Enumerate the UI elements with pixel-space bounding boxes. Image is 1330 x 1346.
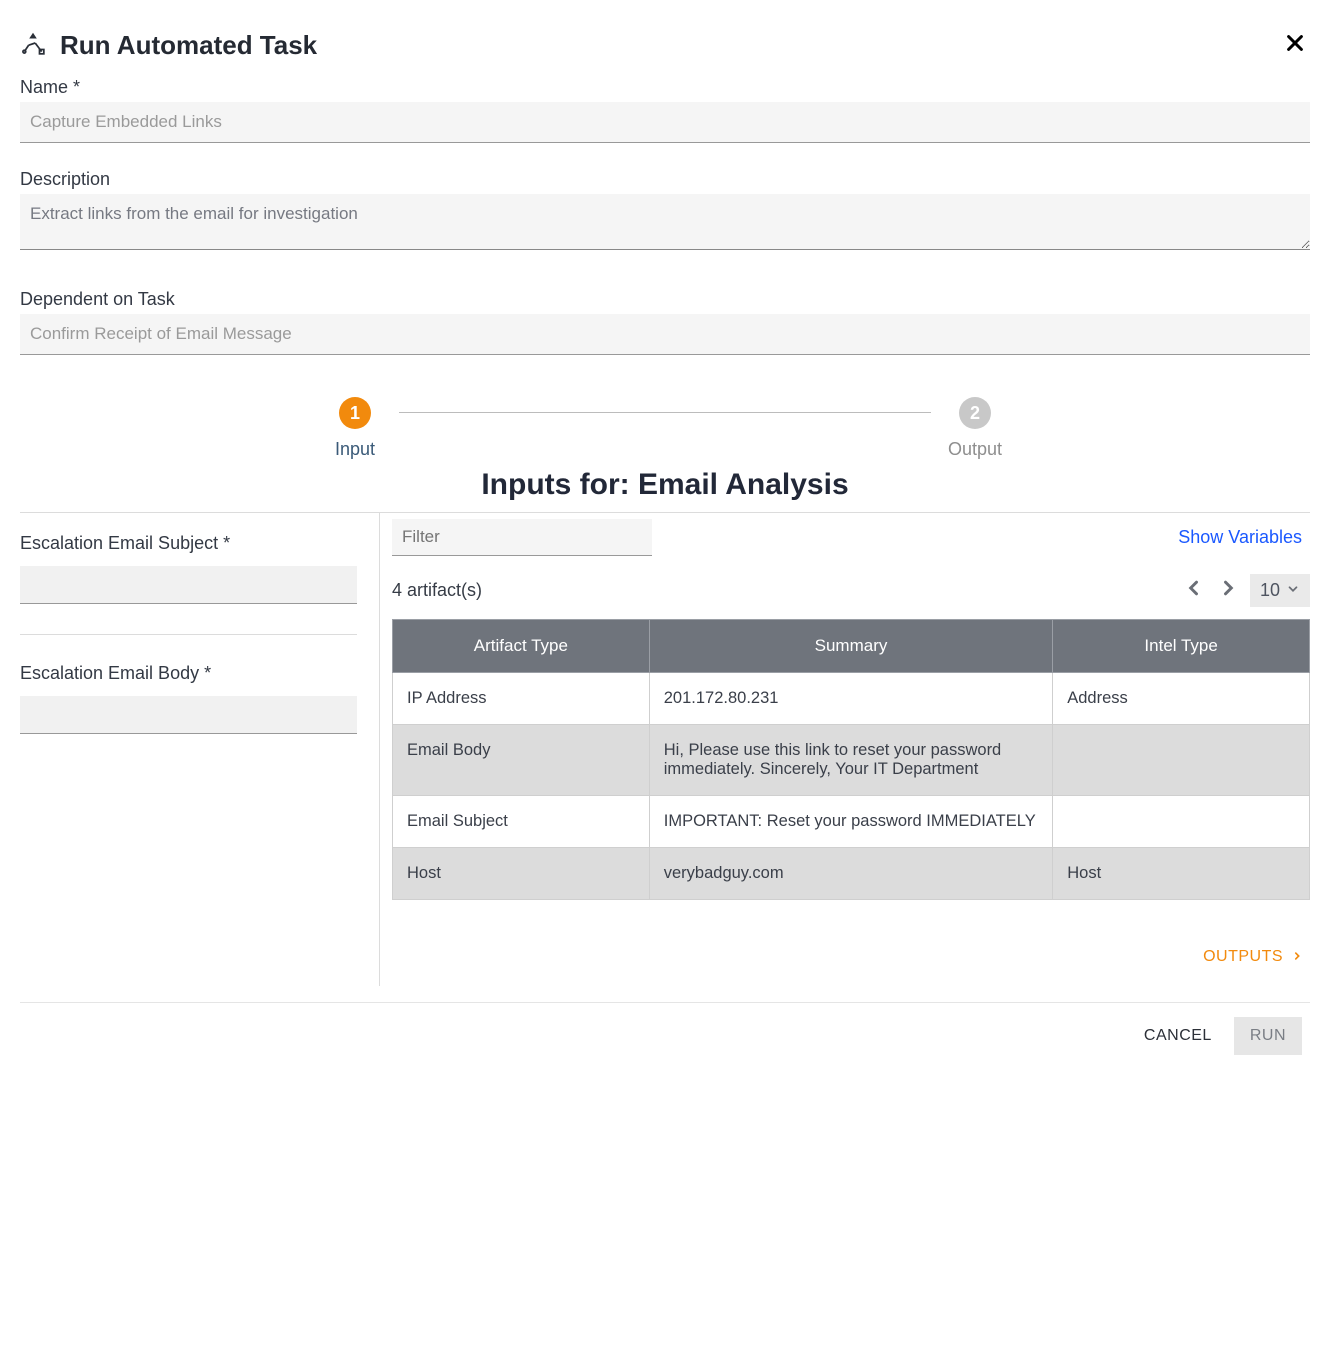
inputs-section-title: Inputs for: Email Analysis xyxy=(20,468,1310,502)
page-size-value: 10 xyxy=(1260,580,1280,601)
name-label: Name * xyxy=(20,77,1310,98)
table-row[interactable]: Host verybadguy.com Host xyxy=(393,848,1310,900)
artifact-list-bar: 4 artifact(s) 10 xyxy=(392,574,1310,607)
table-header-row: Artifact Type Summary Intel Type xyxy=(393,620,1310,673)
close-button[interactable] xyxy=(1280,28,1310,63)
step-2-label: Output xyxy=(948,439,1002,460)
step-output[interactable]: 2 Output xyxy=(935,397,1015,460)
col-intel-type: Intel Type xyxy=(1053,620,1310,673)
cell-summary: Hi, Please use this link to reset your p… xyxy=(649,725,1053,796)
cell-intel-type xyxy=(1053,796,1310,848)
dialog-footer: CANCEL RUN xyxy=(20,1002,1310,1059)
cell-artifact-type: Email Body xyxy=(393,725,650,796)
esc-body-input[interactable] xyxy=(20,696,357,734)
cell-intel-type xyxy=(1053,725,1310,796)
dependent-field: Dependent on Task xyxy=(20,289,1310,355)
table-row[interactable]: Email Subject IMPORTANT: Reset your pass… xyxy=(393,796,1310,848)
cell-summary: IMPORTANT: Reset your password IMMEDIATE… xyxy=(649,796,1053,848)
inputs-left-column: Escalation Email Subject * Escalation Em… xyxy=(20,513,380,986)
pager-next[interactable] xyxy=(1216,576,1240,605)
header-left: Run Automated Task xyxy=(20,30,317,61)
description-label: Description xyxy=(20,169,1310,190)
cell-artifact-type: Host xyxy=(393,848,650,900)
dependent-label: Dependent on Task xyxy=(20,289,1310,310)
artifact-count: 4 artifact(s) xyxy=(392,580,482,601)
name-field: Name * xyxy=(20,77,1310,143)
cell-intel-type: Address xyxy=(1053,673,1310,725)
cell-artifact-type: Email Subject xyxy=(393,796,650,848)
run-automated-task-dialog: Run Automated Task Name * Description Ex… xyxy=(20,20,1310,1059)
pager-prev[interactable] xyxy=(1182,576,1206,605)
automation-icon xyxy=(20,30,46,61)
step-connector xyxy=(399,412,931,413)
show-variables-link[interactable]: Show Variables xyxy=(1178,527,1310,548)
chevron-right-icon xyxy=(1292,948,1302,966)
outputs-link-label: OUTPUTS xyxy=(1203,948,1283,965)
description-field: Description Extract links from the email… xyxy=(20,169,1310,255)
step-input[interactable]: 1 Input xyxy=(315,397,395,460)
step-1-circle: 1 xyxy=(339,397,371,429)
esc-subject-label: Escalation Email Subject * xyxy=(20,533,357,554)
cancel-button[interactable]: CANCEL xyxy=(1128,1017,1228,1055)
dependent-input[interactable] xyxy=(20,314,1310,355)
pager: 10 xyxy=(1182,574,1310,607)
name-input[interactable] xyxy=(20,102,1310,143)
dialog-title: Run Automated Task xyxy=(60,30,317,61)
cell-artifact-type: IP Address xyxy=(393,673,650,725)
run-button[interactable]: RUN xyxy=(1234,1017,1302,1055)
cell-summary: 201.172.80.231 xyxy=(649,673,1053,725)
inputs-content: Escalation Email Subject * Escalation Em… xyxy=(20,512,1310,986)
outputs-link[interactable]: OUTPUTS xyxy=(392,948,1302,966)
esc-subject-input[interactable] xyxy=(20,566,357,604)
wizard-stepper: 1 Input 2 Output xyxy=(315,397,1015,460)
filter-input[interactable] xyxy=(392,519,652,556)
esc-subject-field: Escalation Email Subject * xyxy=(20,533,357,604)
left-divider xyxy=(20,634,357,635)
cell-intel-type: Host xyxy=(1053,848,1310,900)
table-row[interactable]: IP Address 201.172.80.231 Address xyxy=(393,673,1310,725)
col-summary: Summary xyxy=(649,620,1053,673)
description-input[interactable]: Extract links from the email for investi… xyxy=(20,194,1310,250)
right-top-bar: Show Variables xyxy=(392,519,1310,556)
inputs-right-column: Show Variables 4 artifact(s) 10 xyxy=(380,513,1310,986)
esc-body-label: Escalation Email Body * xyxy=(20,663,357,684)
dialog-header: Run Automated Task xyxy=(20,20,1310,77)
chevron-down-icon xyxy=(1286,580,1300,601)
col-artifact-type: Artifact Type xyxy=(393,620,650,673)
table-row[interactable]: Email Body Hi, Please use this link to r… xyxy=(393,725,1310,796)
cell-summary: verybadguy.com xyxy=(649,848,1053,900)
step-1-label: Input xyxy=(335,439,375,460)
page-size-select[interactable]: 10 xyxy=(1250,574,1310,607)
step-2-circle: 2 xyxy=(959,397,991,429)
artifacts-table: Artifact Type Summary Intel Type IP Addr… xyxy=(392,619,1310,900)
esc-body-field: Escalation Email Body * xyxy=(20,663,357,734)
